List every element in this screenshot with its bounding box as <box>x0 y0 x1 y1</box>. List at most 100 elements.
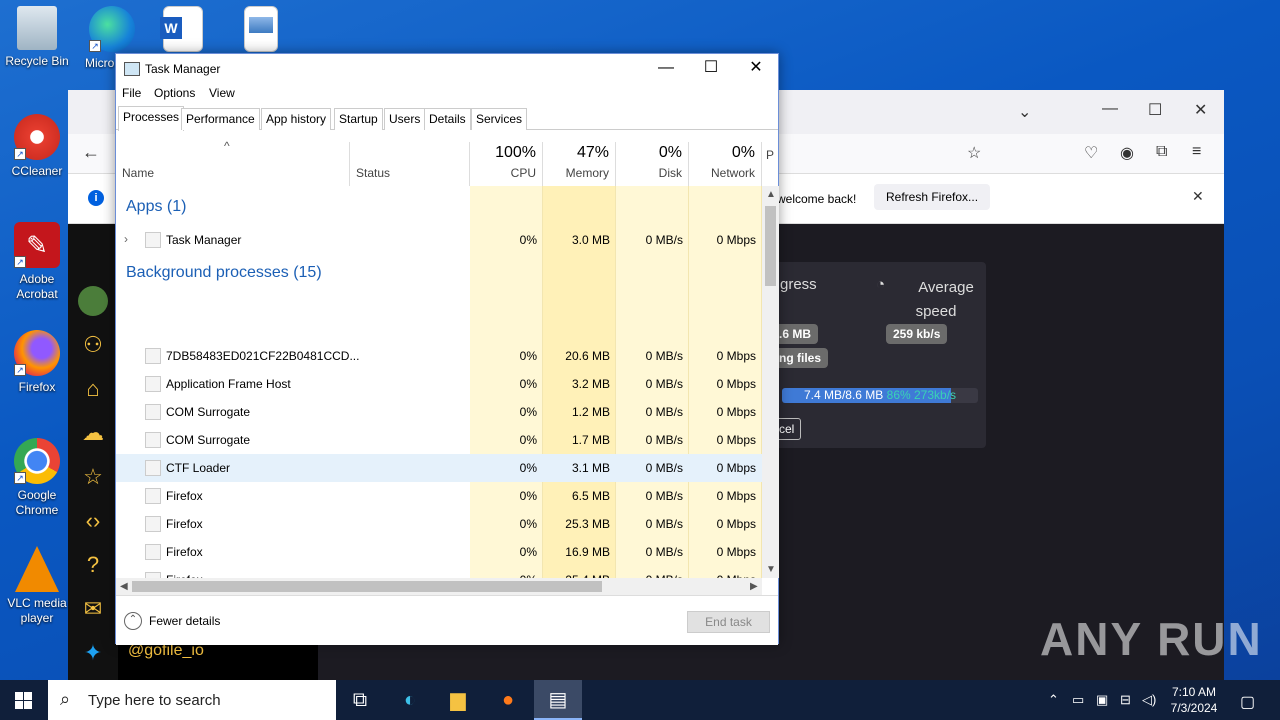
task-manager-window[interactable]: Task Manager — ☐ ✕ File Options View Pro… <box>115 53 779 645</box>
table-row[interactable]: 7DB58483ED021CF22B0481CCD... 0% 20.6 MB 0 M… <box>116 342 762 370</box>
extensions-icon[interactable]: ⧉ <box>1156 143 1167 161</box>
desktop-icon-acrobat[interactable]: ✎ ↗ Adobe Acrobat <box>0 222 74 302</box>
fewer-details-link[interactable]: Fewer details <box>149 614 220 628</box>
taskbar-search[interactable]: ⌕ Type here to search <box>48 680 336 720</box>
system-clock[interactable]: 7:10 AM 7/3/2024 <box>1160 684 1228 716</box>
desktop-icon-label: Adobe Acrobat <box>16 272 58 301</box>
star-icon[interactable]: ☆ <box>78 462 108 492</box>
close-notification-icon[interactable]: ✕ <box>1192 188 1204 205</box>
task-view-icon[interactable]: ⧉ <box>336 680 384 720</box>
end-task-button[interactable]: End task <box>687 611 770 633</box>
scroll-down-icon[interactable]: ▼ <box>766 564 776 575</box>
cpu-value: 0% <box>519 405 537 419</box>
menu-file[interactable]: File <box>122 86 141 100</box>
table-row[interactable]: Firefox 0% 25.3 MB 0 MB/s 0 Mbps <box>116 510 762 538</box>
table-row[interactable]: Firefox 0% 6.5 MB 0 MB/s 0 Mbps <box>116 482 762 510</box>
tab-processes[interactable]: Processes <box>118 106 185 131</box>
table-row[interactable]: Firefox0%25.4 MB0 MB/s0 Mbps <box>116 566 762 578</box>
close-button[interactable]: ✕ <box>733 54 779 84</box>
notification-icon[interactable]: ▢ <box>1240 692 1255 712</box>
vertical-scrollbar[interactable]: ▲ ▼ <box>762 186 779 578</box>
edge-icon: ↗ <box>89 6 135 52</box>
avatar[interactable] <box>78 286 108 316</box>
title-bar[interactable]: Task Manager — ☐ ✕ <box>116 54 778 84</box>
windows-logo-icon <box>15 692 23 700</box>
tab-app-history[interactable]: App history <box>261 108 332 130</box>
code-icon[interactable]: ‹› <box>78 506 108 536</box>
table-row[interactable]: COM Surrogate 0% 1.7 MB 0 MB/s 0 Mbps <box>116 426 762 454</box>
network-value: 0 Mbps <box>716 517 756 531</box>
desktop-icon-ccleaner[interactable]: ↗ CCleaner <box>0 114 74 179</box>
minimize-icon[interactable]: — <box>1102 100 1118 118</box>
horizontal-scrollbar[interactable]: ◀ ▶ <box>116 578 762 595</box>
pocket-icon[interactable]: ♡ <box>1084 143 1098 163</box>
help-icon[interactable]: ? <box>78 550 108 580</box>
column-header-power[interactable]: P <box>762 142 779 186</box>
table-row[interactable]: Application Frame Host 0% 3.2 MB 0 MB/s 0 Mb… <box>116 370 762 398</box>
expand-chevron-icon[interactable]: › <box>124 232 128 246</box>
start-button[interactable] <box>0 680 48 720</box>
table-row[interactable]: CTF Loader 0% 3.1 MB 0 MB/s 0 Mbps <box>116 454 762 482</box>
refresh-firefox-button[interactable]: Refresh Firefox... <box>874 184 991 210</box>
chevron-up-icon[interactable]: ⌃ <box>124 612 142 630</box>
scroll-right-icon[interactable]: ▶ <box>750 581 758 592</box>
group-header-background[interactable]: Background processes (15) <box>126 264 322 282</box>
column-header-name[interactable]: Name <box>116 142 350 186</box>
taskbar-edge-icon[interactable]: ◐ <box>386 680 434 720</box>
scroll-left-icon[interactable]: ◀ <box>120 581 128 592</box>
list-all-tabs-icon[interactable]: ⌄ <box>1018 102 1031 122</box>
scroll-up-icon[interactable]: ▲ <box>766 189 776 200</box>
tray-app-icon[interactable]: ▭ <box>1072 692 1084 708</box>
column-header-network[interactable]: 0% Network <box>689 142 762 186</box>
show-hidden-icons[interactable]: ⌃ <box>1048 692 1059 708</box>
disk-value: 0 MB/s <box>645 545 683 559</box>
home-icon[interactable]: ⌂ <box>78 374 108 404</box>
hscroll-thumb[interactable] <box>132 581 602 592</box>
taskbar-firefox-icon[interactable]: ● <box>484 680 532 720</box>
process-icon <box>145 516 161 532</box>
tab-users[interactable]: Users <box>384 108 426 130</box>
cloud-upload-icon[interactable]: ☁ <box>78 418 108 448</box>
menu-icon[interactable]: ≡ <box>1192 143 1201 161</box>
menu-view[interactable]: View <box>209 86 235 100</box>
tab-details[interactable]: Details <box>424 108 471 130</box>
tab-performance[interactable]: Performance <box>181 108 260 130</box>
column-header-disk[interactable]: 0% Disk <box>616 142 689 186</box>
scroll-thumb[interactable] <box>765 206 776 286</box>
table-row[interactable]: Firefox 0% 16.9 MB 0 MB/s 0 Mbps <box>116 538 762 566</box>
desktop-icon-chrome[interactable]: ↗ Google Chrome <box>0 438 74 518</box>
disk-value: 0 MB/s <box>645 349 683 363</box>
volume-icon[interactable]: ◁) <box>1142 692 1156 708</box>
add-user-icon[interactable]: ⚇ <box>78 330 108 360</box>
tray-device-icon[interactable]: ▣ <box>1096 692 1108 708</box>
memory-value: 16.9 MB <box>565 545 610 559</box>
desktop-icon-firefox[interactable]: ↗ Firefox <box>0 330 74 395</box>
desktop-file-word[interactable]: W <box>146 6 220 56</box>
taskbar-task-manager-icon[interactable]: ▤ <box>534 680 582 720</box>
column-header-memory[interactable]: 47% Memory <box>543 142 616 186</box>
close-icon[interactable]: ✕ <box>1194 100 1207 120</box>
taskbar-explorer-icon[interactable]: ▆ <box>434 680 482 720</box>
tab-startup[interactable]: Startup <box>334 108 383 130</box>
maximize-button[interactable]: ☐ <box>688 54 734 84</box>
account-icon[interactable]: ◉ <box>1120 143 1134 163</box>
bookmark-star-icon[interactable]: ☆ <box>967 143 981 163</box>
network-value: 0 Mbps <box>716 349 756 363</box>
menu-options[interactable]: Options <box>154 86 195 100</box>
column-header-status[interactable]: Status <box>350 142 470 186</box>
group-header-apps[interactable]: Apps (1) <box>126 198 186 216</box>
minimize-button[interactable]: — <box>643 54 689 84</box>
tab-services[interactable]: Services <box>471 108 528 130</box>
firefox-icon: ↗ <box>14 330 60 376</box>
mail-icon[interactable]: ✉ <box>78 594 108 624</box>
column-header-cpu[interactable]: 100% CPU <box>470 142 543 186</box>
maximize-icon[interactable]: ☐ <box>1148 100 1162 120</box>
desktop-icon-recycle-bin[interactable]: Recycle Bin <box>0 6 74 69</box>
table-row[interactable]: › Task Manager 0% 3.0 MB 0 MB/s 0 Mbps <box>116 226 762 254</box>
back-icon[interactable]: ← <box>82 142 100 163</box>
twitter-icon[interactable]: ✦ <box>78 638 108 668</box>
table-row[interactable]: COM Surrogate 0% 1.2 MB 0 MB/s 0 Mbps <box>116 398 762 426</box>
network-icon[interactable]: ⊟ <box>1120 692 1131 708</box>
desktop-icon-vlc[interactable]: VLC media player <box>0 546 74 626</box>
desktop-file-image[interactable] <box>224 6 298 56</box>
